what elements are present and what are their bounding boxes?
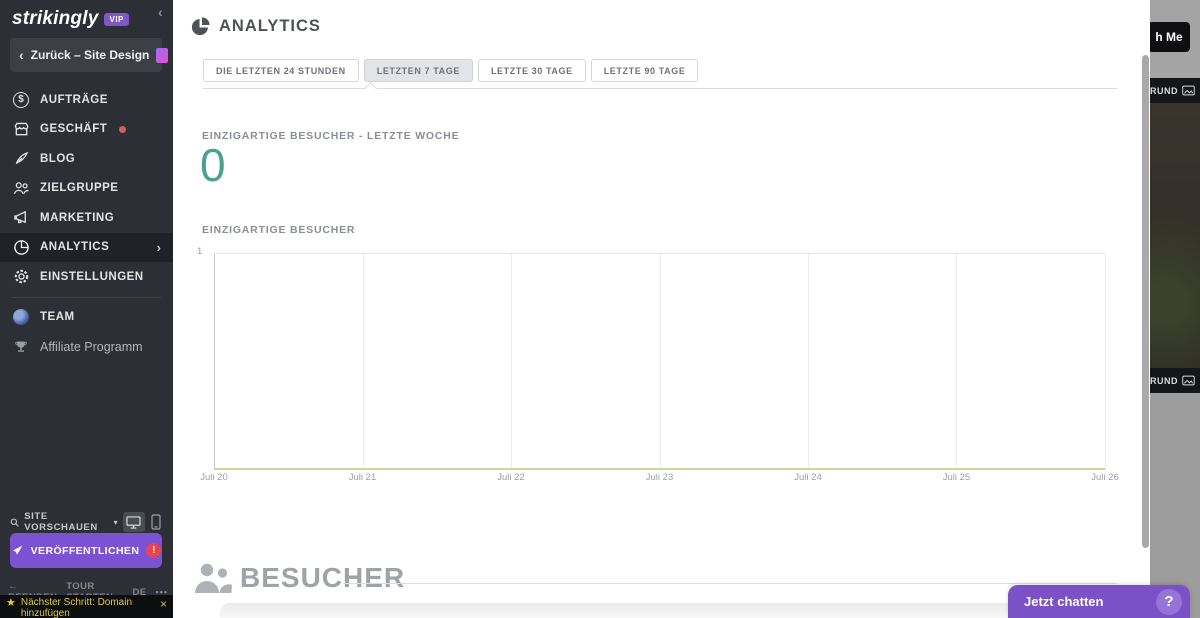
gridline <box>660 254 661 470</box>
unique-visitors-stat-value: 0 <box>200 138 226 192</box>
chat-button[interactable]: Jetzt chatten ? <box>1008 585 1190 618</box>
sidebar-item-einstellungen[interactable]: EINSTELLUNGEN <box>0 262 173 292</box>
watch-me-button[interactable]: h Me <box>1148 22 1190 52</box>
trophy-icon <box>12 338 30 356</box>
sidebar-item-affiliate-programm[interactable]: Affiliate Programm <box>0 332 173 362</box>
monitor-icon <box>126 516 141 529</box>
image-icon <box>1182 85 1195 96</box>
team-avatar <box>12 308 30 326</box>
x-axis-labels: Juli 20 Juli 21 Juli 22 Juli 23 Juli 24 … <box>214 472 1105 486</box>
megaphone-icon <box>12 209 30 227</box>
tab-last-30-days[interactable]: LETZTE 30 TAGE <box>478 59 586 82</box>
arrow-left-icon: ← <box>8 581 18 592</box>
gridline <box>363 254 364 470</box>
image-icon <box>1182 375 1195 386</box>
hintergrund-button-bottom[interactable]: RUND <box>1150 368 1200 393</box>
search-icon <box>10 517 19 528</box>
section-title: BESUCHER <box>240 562 405 594</box>
y-axis-line <box>214 254 215 470</box>
vertical-scrollbar[interactable] <box>1142 55 1149 548</box>
pie-chart-icon <box>190 16 211 37</box>
vip-badge: VIP <box>104 13 128 26</box>
sidebar-item-auftraege[interactable]: $ AUFTRÄGE <box>0 85 173 115</box>
x-tick-label: Juli 22 <box>497 472 524 483</box>
page-title: ANALYTICS <box>219 17 321 36</box>
hintergrund-button-top[interactable]: RUND <box>1150 78 1200 103</box>
dollar-circle-icon: $ <box>12 91 30 109</box>
next-step-bar: ★ Nächster Schritt: Domain hinzufügen × <box>0 595 173 618</box>
sidebar-item-geschaeft[interactable]: GESCHÄFT <box>0 115 173 145</box>
tab-last-90-days[interactable]: LETZTE 90 TAGE <box>591 59 699 82</box>
pie-chart-icon <box>12 238 30 256</box>
x-tick-label: Juli 26 <box>1091 472 1118 483</box>
chevron-down-icon[interactable]: ▾ <box>114 518 118 527</box>
sidebar-item-analytics[interactable]: ANALYTICS › <box>0 233 173 263</box>
rocket-icon <box>11 544 24 557</box>
site-thumbnail-icon <box>156 48 168 63</box>
x-tick-label: Juli 24 <box>794 472 821 483</box>
unique-visitors-chart <box>214 253 1105 470</box>
tabs-divider <box>203 88 1117 89</box>
visitors-zero-series-line <box>214 468 1105 470</box>
site-background-image <box>1150 103 1200 368</box>
strikingly-logo: strikingly <box>12 8 98 30</box>
sidebar-item-marketing[interactable]: MARKETING <box>0 203 173 233</box>
gridline <box>956 254 957 470</box>
strikingly-dashboard: strikingly VIP ‹ ‹ Zurück – Site Design … <box>0 0 1200 618</box>
people-icon <box>12 179 30 197</box>
unique-visitors-stat-label: EINZIGARTIGE BESUCHER - LETZTE WOCHE <box>202 130 459 142</box>
chevron-left-icon: ‹ <box>19 47 24 63</box>
sidebar-item-team[interactable]: TEAM <box>0 303 173 333</box>
date-range-tabs: DIE LETZTEN 24 STUNDEN LETZTEN 7 TAGE LE… <box>203 59 698 82</box>
star-icon: ★ <box>6 598 16 609</box>
x-tick-label: Juli 21 <box>349 472 376 483</box>
pen-icon <box>12 150 30 168</box>
gridline <box>511 254 512 470</box>
selected-tab-notch <box>364 82 377 95</box>
sidebar-item-zielgruppe[interactable]: ZIELGRUPPE <box>0 174 173 204</box>
x-tick-label: Juli 23 <box>646 472 673 483</box>
back-to-site-design-button[interactable]: ‹ Zurück – Site Design <box>10 38 162 72</box>
close-icon[interactable]: × <box>160 598 167 610</box>
desktop-preview-button[interactable] <box>123 512 145 532</box>
chart-title: EINZIGARTIGE BESUCHER <box>202 224 355 236</box>
storefront-icon <box>12 120 30 138</box>
sidebar-nav: $ AUFTRÄGE GESCHÄFT BLOG <box>0 85 173 362</box>
y-axis-max-label: 1 <box>197 246 202 257</box>
mobile-preview-button[interactable] <box>150 512 163 532</box>
sidebar-collapse-icon[interactable]: ‹ <box>158 4 163 20</box>
analytics-header: ANALYTICS <box>190 16 321 37</box>
gear-icon <box>12 268 30 286</box>
gridline <box>808 254 809 470</box>
visitors-people-icon <box>193 560 233 596</box>
site-editor-strip: h Me RUND RUND <box>1150 0 1200 618</box>
site-preview-row: SITE VORSCHAUEN ▾ <box>10 511 163 533</box>
sidebar-item-blog[interactable]: BLOG <box>0 144 173 174</box>
visitors-section-header: BESUCHER <box>193 560 405 596</box>
phone-icon <box>151 514 161 530</box>
site-preview-label[interactable]: SITE VORSCHAUEN <box>24 511 108 533</box>
analytics-panel: ANALYTICS DIE LETZTEN 24 STUNDEN LETZTEN… <box>173 0 1150 618</box>
sidebar: strikingly VIP ‹ ‹ Zurück – Site Design … <box>0 0 173 618</box>
brand: strikingly VIP <box>12 8 129 30</box>
tab-last-7-days[interactable]: LETZTEN 7 TAGE <box>364 59 473 82</box>
publish-warning-badge: ! <box>146 543 161 558</box>
next-step-text: Nächster Schritt: Domain hinzufügen <box>21 598 139 618</box>
notification-dot <box>119 126 126 133</box>
help-icon[interactable]: ? <box>1156 589 1182 615</box>
x-tick-label: Juli 20 <box>200 472 227 483</box>
sidebar-divider <box>12 297 161 298</box>
section-divider <box>343 583 1117 584</box>
x-tick-label: Juli 25 <box>943 472 970 483</box>
next-card-edge <box>220 603 1100 618</box>
publish-button[interactable]: VERÖFFENTLICHEN ! <box>10 533 162 568</box>
gridline <box>1105 254 1106 470</box>
tab-last-24-hours[interactable]: DIE LETZTEN 24 STUNDEN <box>203 59 359 82</box>
chevron-right-icon: › <box>157 240 161 255</box>
